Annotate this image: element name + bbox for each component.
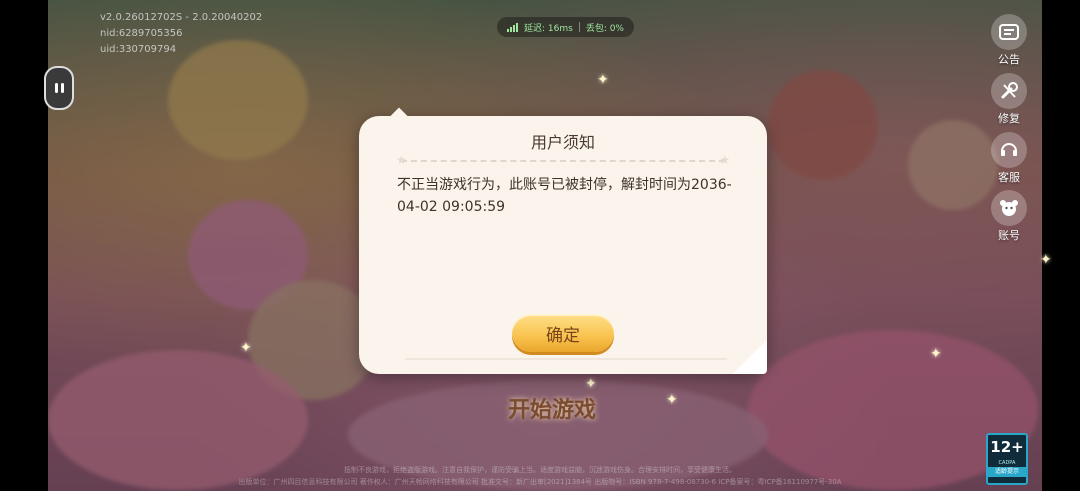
floating-menu-button[interactable] xyxy=(44,66,74,110)
latency-text: 延迟: 16ms xyxy=(524,23,573,34)
rating-tip: 适龄提示 xyxy=(988,467,1026,477)
dialog-divider xyxy=(401,160,725,162)
announcement-button[interactable]: 公告 xyxy=(988,14,1030,67)
customer-service-label: 客服 xyxy=(998,171,1020,184)
repair-icon xyxy=(991,73,1027,109)
left-black-bar xyxy=(0,0,48,491)
confirm-button[interactable]: 确定 xyxy=(512,314,614,352)
sparkle-icon: ✦ xyxy=(585,376,597,392)
star-icon: ★ xyxy=(719,153,730,167)
signal-icon xyxy=(507,22,518,32)
start-game-label[interactable]: 开始游戏 xyxy=(508,392,596,424)
right-black-bar xyxy=(1042,0,1080,491)
sparkle-icon: ✦ xyxy=(930,346,942,362)
customer-service-icon xyxy=(991,132,1027,168)
account-button[interactable]: 账号 xyxy=(988,190,1030,243)
pause-icon-bar xyxy=(54,83,58,93)
sparkle-icon: ✦ xyxy=(1040,252,1052,268)
rating-org: CADPA xyxy=(998,460,1016,466)
star-icon: ★ xyxy=(396,153,407,167)
version-text: v2.0.26012702S - 2.0.20040202 xyxy=(100,12,263,23)
nid-text: nid:6289705356 xyxy=(100,28,183,39)
customer-service-button[interactable]: 客服 xyxy=(988,132,1030,185)
age-rating-value: 12+ xyxy=(990,438,1024,456)
account-icon xyxy=(991,190,1027,226)
publication-info: 出版单位：广州四目信息科技有限公司 著作权人：广州天畅网络科技有限公司 批准文号… xyxy=(238,478,842,486)
announcement-label: 公告 xyxy=(998,53,1020,66)
sparkle-icon: ✦ xyxy=(240,340,252,356)
user-notice-dialog: 用户须知 ★ ★ 不正当游戏行为，此账号已被封停，解封时间为2036-04-02… xyxy=(359,107,767,374)
version-info: v2.0.26012702S - 2.0.20040202 nid:628970… xyxy=(100,10,262,58)
dialog-bottom-line xyxy=(405,358,727,360)
page-fold-corner xyxy=(733,340,767,374)
sparkle-icon: ✦ xyxy=(666,392,678,408)
network-status: 延迟: 16ms 丢包: 0% xyxy=(497,17,634,37)
uid-text: uid:330709794 xyxy=(100,44,177,55)
packet-loss-text: 丢包: 0% xyxy=(585,23,624,34)
health-notice: 抵制不良游戏，拒绝盗版游戏。注意自我保护，谨防受骗上当。适度游戏益脑，沉迷游戏伤… xyxy=(344,466,736,474)
sparkle-icon: ✦ xyxy=(597,72,609,88)
announcement-icon xyxy=(991,14,1027,50)
pause-icon-bar xyxy=(60,83,64,93)
account-label: 账号 xyxy=(998,229,1020,242)
repair-button[interactable]: 修复 xyxy=(988,73,1030,126)
age-rating-badge[interactable]: 12+ CADPA 适龄提示 xyxy=(986,433,1028,485)
network-divider xyxy=(578,22,580,32)
dialog-message: 不正当游戏行为，此账号已被封停，解封时间为2036-04-02 09:05:59 xyxy=(397,177,732,215)
repair-label: 修复 xyxy=(998,112,1020,125)
dialog-title: 用户须知 xyxy=(530,133,595,152)
